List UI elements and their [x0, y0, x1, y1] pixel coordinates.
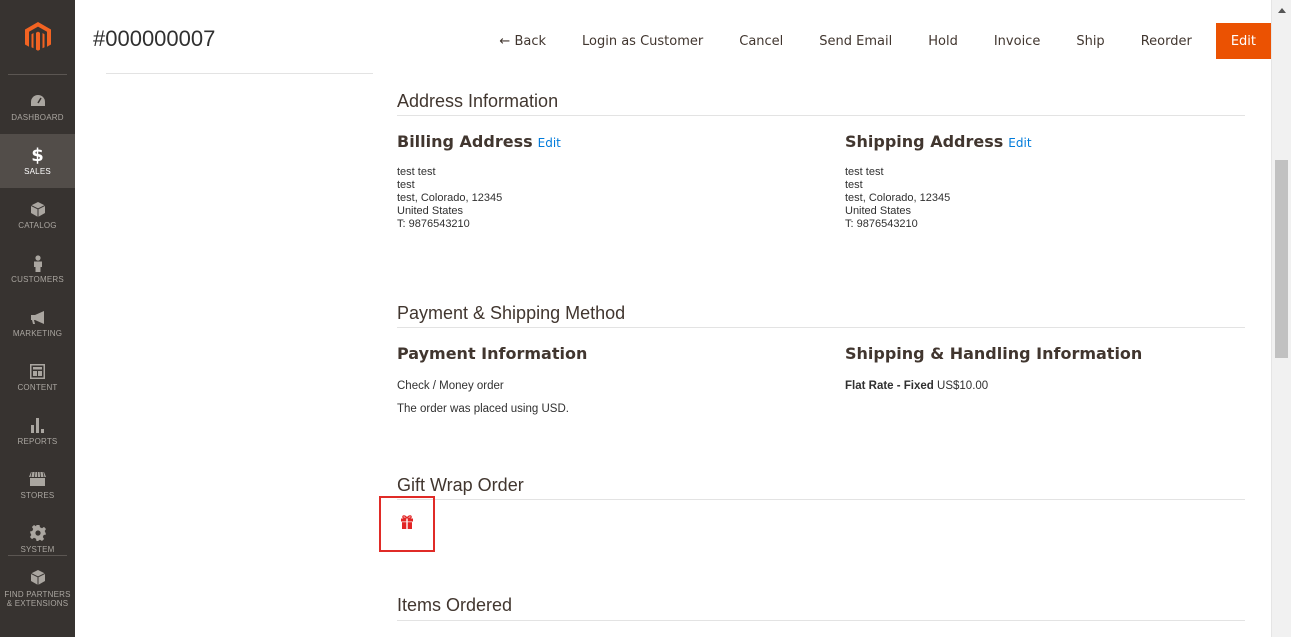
shipping-method: Flat Rate - Fixed US$10.00: [845, 380, 988, 392]
items-ordered-title: Items Ordered: [397, 595, 513, 615]
shipping-street: test: [845, 179, 863, 191]
nav-label: MARKETING: [12, 329, 63, 338]
send-email-button[interactable]: Send Email: [801, 23, 910, 59]
shipping-price: US$10.00: [937, 380, 989, 392]
page-title: #000000007: [93, 26, 216, 51]
vertical-scrollbar[interactable]: [1271, 0, 1291, 637]
layout-icon: [29, 362, 47, 380]
shipping-address-label: Shipping Address: [845, 132, 1004, 151]
nav-label: REPORTS: [17, 437, 58, 446]
reorder-button[interactable]: Reorder: [1123, 23, 1210, 59]
nav-catalog[interactable]: CATALOG: [0, 188, 75, 242]
nav-label: CUSTOMERS: [11, 275, 64, 284]
payment-method: Check / Money order: [397, 380, 504, 392]
billing-city: test, Colorado, 12345: [397, 192, 503, 204]
shipping-phone: T: 9876543210: [845, 218, 918, 230]
nav-label: FIND PARTNERS & EXTENSIONS: [4, 589, 71, 608]
shipping-handling-title: Shipping & Handling Information: [845, 344, 1143, 363]
nav-marketing[interactable]: MARKETING: [0, 296, 75, 350]
bar-chart-icon: [29, 416, 47, 434]
shipping-city: test, Colorado, 12345: [845, 192, 951, 204]
nav-divider: [8, 555, 67, 556]
page-actions: ← Back Login as Customer Cancel Send Ema…: [481, 23, 1271, 59]
invoice-button[interactable]: Invoice: [976, 23, 1058, 59]
nav-reports[interactable]: REPORTS: [0, 404, 75, 458]
gear-icon: [29, 524, 47, 542]
shipping-address-edit-link[interactable]: Edit: [1008, 136, 1031, 150]
edit-button[interactable]: Edit: [1215, 23, 1271, 59]
nav-sales[interactable]: $ SALES: [0, 134, 75, 188]
nav-label: CONTENT: [17, 383, 58, 392]
address-information-title: Address Information: [397, 91, 559, 111]
nav-label: CATALOG: [18, 221, 57, 230]
section-divider: [397, 115, 1245, 116]
megaphone-icon: [29, 308, 47, 326]
nav-customers[interactable]: CUSTOMERS: [0, 242, 75, 296]
ship-button[interactable]: Ship: [1058, 23, 1122, 59]
nav-label: STORES: [20, 491, 55, 500]
gift-wrap-title: Gift Wrap Order: [397, 475, 524, 495]
admin-sidebar: DASHBOARD $ SALES CATALOG CUSTOMERS MARK…: [0, 0, 75, 637]
person-icon: [29, 254, 47, 272]
billing-phone: T: 9876543210: [397, 218, 470, 230]
billing-street: test: [397, 179, 415, 191]
section-divider: [397, 499, 1245, 500]
gift-wrap-highlight[interactable]: [379, 496, 435, 552]
billing-address-edit-link[interactable]: Edit: [538, 136, 561, 150]
billing-country: United States: [397, 205, 464, 217]
shipping-name: test test: [845, 166, 884, 178]
billing-address-label: Billing Address: [397, 132, 533, 151]
magento-logo-icon: [24, 22, 51, 51]
page-header: #000000007 ← Back Login as Customer Canc…: [75, 0, 1271, 74]
shipping-country: United States: [845, 205, 912, 217]
cancel-button[interactable]: Cancel: [721, 23, 801, 59]
scroll-up-arrow-icon[interactable]: [1278, 8, 1286, 13]
gift-icon: [400, 514, 414, 534]
nav-label: DASHBOARD: [11, 113, 64, 122]
dollar-icon: $: [31, 144, 44, 166]
storefront-icon: [29, 470, 47, 488]
billing-name: test test: [397, 166, 436, 178]
billing-address-title: Billing Address Edit: [397, 132, 561, 151]
magento-logo[interactable]: [0, 0, 75, 74]
shipping-method-name: Flat Rate - Fixed: [845, 380, 934, 392]
nav-content[interactable]: CONTENT: [0, 350, 75, 404]
shipping-address-title: Shipping Address Edit: [845, 132, 1032, 151]
section-divider: [397, 327, 1245, 328]
section-divider: [397, 620, 1245, 621]
tabs-divider: [106, 73, 373, 74]
nav-label: SALES: [24, 167, 51, 176]
cube-icon: [29, 200, 47, 218]
nav-stores[interactable]: STORES: [0, 458, 75, 512]
scrollbar-thumb[interactable]: [1275, 160, 1288, 358]
payment-currency-note: The order was placed using USD.: [397, 403, 569, 415]
payment-information-title: Payment Information: [397, 344, 588, 363]
nav-find-partners[interactable]: FIND PARTNERS & EXTENSIONS: [0, 558, 75, 618]
logo-divider: [8, 74, 67, 75]
nav-label: SYSTEM: [20, 545, 55, 554]
login-as-customer-button[interactable]: Login as Customer: [564, 23, 721, 59]
dashboard-icon: [29, 92, 47, 110]
hold-button[interactable]: Hold: [910, 23, 976, 59]
back-button[interactable]: ← Back: [481, 23, 564, 59]
partners-cube-icon: [29, 569, 47, 587]
nav-dashboard[interactable]: DASHBOARD: [0, 80, 75, 134]
payment-shipping-title: Payment & Shipping Method: [397, 303, 626, 323]
